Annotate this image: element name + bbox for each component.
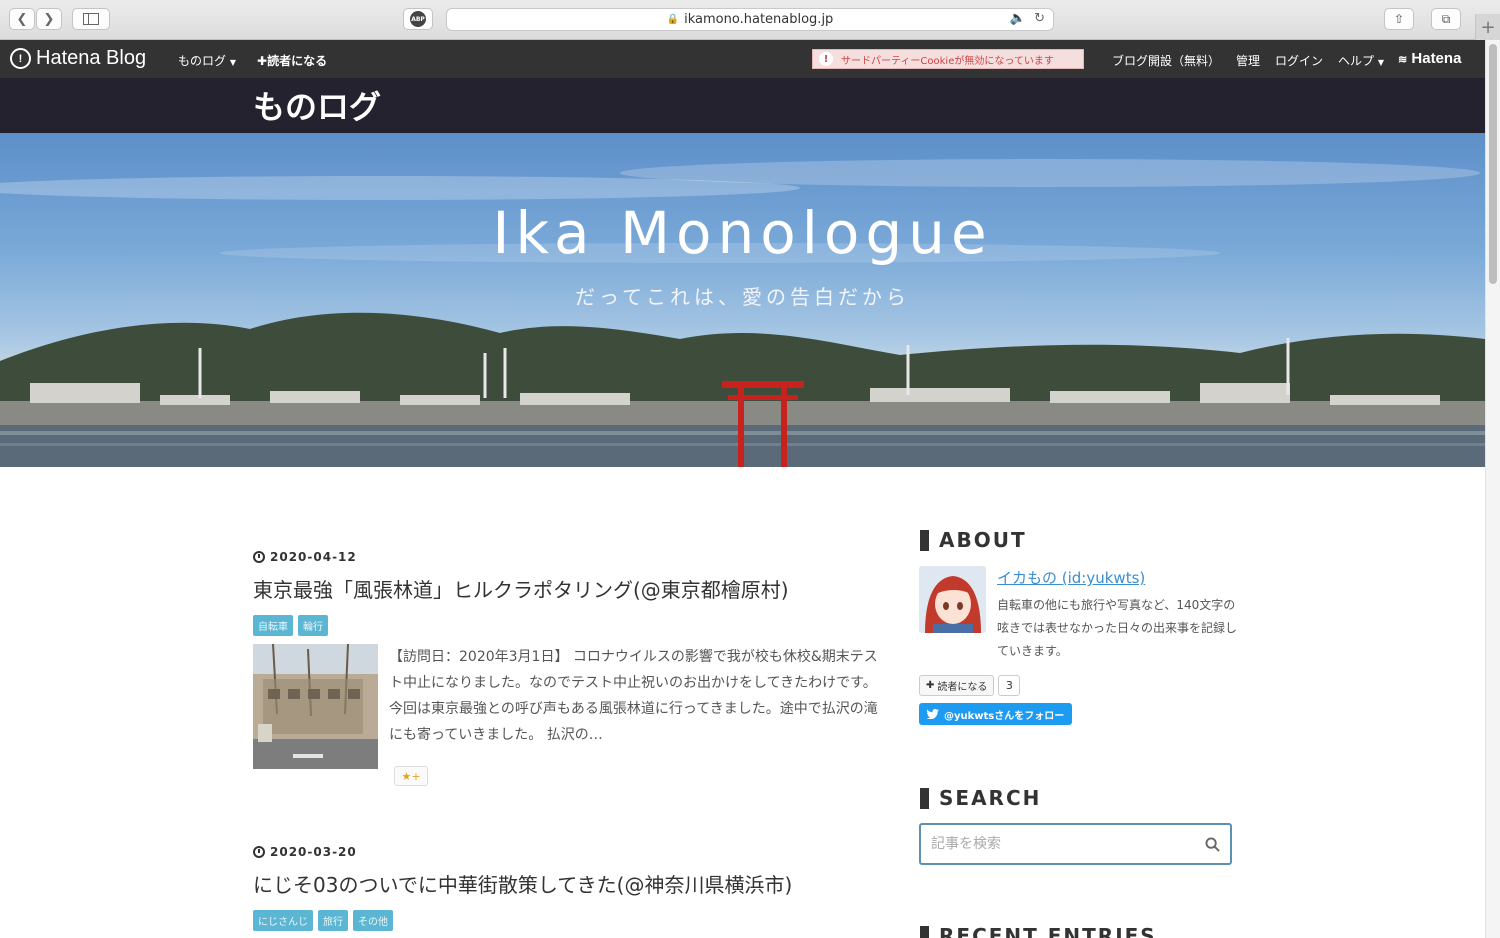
hatena-link[interactable]: ≋ Hatena [1398, 50, 1461, 67]
clock-icon [253, 846, 265, 858]
share-button[interactable]: ⇧ [1384, 8, 1414, 30]
article-tags: 自転車 輪行 [253, 615, 893, 636]
chevron-right-icon: ❯ [43, 11, 55, 27]
search-icon[interactable] [1205, 837, 1220, 852]
recent-entries-heading-text: RECENT ENTRIES [939, 924, 1157, 938]
author-name-link[interactable]: イカもの (id:yukwts) [997, 567, 1145, 588]
heading-bar [920, 529, 929, 551]
anime-avatar-illustration [919, 566, 986, 633]
about-heading: ABOUT [920, 528, 1027, 552]
tag-bicycle[interactable]: 自転車 [253, 615, 293, 636]
hatena-blog-logo[interactable]: ! Hatena Blog [10, 47, 146, 70]
tag-rinko[interactable]: 輪行 [298, 615, 328, 636]
hero-subtitle: だってこれは、愛の告白だから [575, 285, 910, 309]
tabs-icon: ⧉ [1441, 11, 1451, 26]
cookie-warning-text: サードパーティーCookieが無効になっています [841, 55, 1054, 67]
search-input[interactable] [921, 825, 1191, 863]
plus-icon: ✚ [926, 680, 935, 691]
article-tags: にじさんじ 旅行 その他 [253, 910, 893, 931]
cookie-warning[interactable]: ! サードパーティーCookieが無効になっています [812, 49, 1084, 69]
blog-menu-label: ものログ [178, 54, 227, 68]
article-title[interactable]: にじそ03のついでに中華街散策してきた(@神奈川県横浜市) [253, 869, 893, 898]
admin-link[interactable]: 管理 [1236, 52, 1260, 69]
twitter-follow-label: @yukwtsさんをフォロー [944, 710, 1065, 722]
article-date[interactable]: 2020-04-12 [253, 550, 893, 564]
back-button[interactable]: ❮ [9, 8, 35, 30]
url-text: ikamono.hatenablog.jp [684, 12, 834, 27]
help-menu[interactable]: ヘルプ ▼ [1338, 52, 1384, 69]
reload-icon[interactable]: ↻ [1034, 11, 1045, 26]
recent-entries-heading: RECENT ENTRIES [920, 924, 1157, 938]
adblock-button[interactable]: ABP [403, 8, 433, 30]
caret-down-icon: ▼ [1377, 58, 1384, 67]
date-text: 2020-03-20 [270, 845, 357, 859]
sidebar-icon [83, 13, 99, 25]
article-date[interactable]: 2020-03-20 [253, 845, 893, 859]
subscribe-label: 読者になる [267, 54, 328, 68]
hatena-logo-icon: ! [10, 48, 31, 69]
twitter-follow-button[interactable]: @yukwtsさんをフォロー [919, 703, 1073, 725]
plus-icon: + [1480, 16, 1496, 38]
blog-title[interactable]: ものログ [253, 82, 381, 128]
about-heading-text: ABOUT [939, 528, 1027, 552]
hatena-mark-icon: ≋ [1398, 54, 1408, 66]
warning-icon: ! [819, 52, 833, 66]
tabs-button[interactable]: ⧉ [1431, 8, 1461, 30]
subscribe-link[interactable]: ✚読者になる [257, 52, 327, 69]
article-thumbnail[interactable] [253, 644, 378, 769]
author-description: 自転車の他にも旅行や写真など、140文字の呟きでは表せなかった日々の出来事を記録… [997, 598, 1238, 658]
share-icon: ⇧ [1393, 12, 1405, 26]
hero-title: Ika Monologue [492, 199, 993, 267]
search-heading-text: SEARCH [939, 786, 1042, 810]
blog-title-band [0, 78, 1485, 133]
clock-icon [253, 551, 265, 563]
subscribe-widget: ✚ 読者になる 3 [919, 675, 1021, 696]
blog-menu[interactable]: ものログ ▼ [178, 52, 236, 69]
hero-banner: Ika Monologue だってこれは、愛の告白だから [0, 133, 1485, 467]
help-label: ヘルプ [1338, 54, 1375, 68]
lock-icon: 🔒 [666, 14, 680, 25]
tag-travel[interactable]: 旅行 [318, 910, 348, 931]
tag-nijisanji[interactable]: にじさんじ [253, 910, 313, 931]
tag-other[interactable]: その他 [353, 910, 393, 931]
twitter-bird-icon [927, 709, 939, 719]
logo-text: Hatena Blog [36, 47, 147, 69]
subscribe-label: 読者になる [937, 682, 988, 693]
sidebar-toggle-button[interactable] [72, 8, 110, 30]
article-entry: 2020-04-12 東京最強「風張林道」ヒルクラポタリング(@東京都檜原村) … [253, 550, 893, 790]
forward-button[interactable]: ❯ [36, 8, 62, 30]
street-photo [253, 644, 378, 769]
plus-icon: ✚ [257, 54, 268, 68]
search-box [919, 823, 1232, 865]
search-heading: SEARCH [920, 786, 1041, 810]
hatena-label: Hatena [1411, 50, 1462, 67]
start-blog-link[interactable]: ブログ開設（無料） [1112, 52, 1220, 69]
browser-toolbar: ❮ ❯ ABP 🔒 ikamono.hatenablog.jp 🔈 ↻ ⇧ ⧉ … [0, 0, 1500, 40]
article-title[interactable]: 東京最強「風張林道」ヒルクラポタリング(@東京都檜原村) [253, 574, 893, 603]
avatar[interactable] [919, 566, 986, 633]
article-body: 【訪問日：2020年3月1日】 コロナウイルスの影響で我が校も休校&期末テスト中… [253, 644, 893, 790]
subscriber-count: 3 [998, 675, 1021, 696]
chevron-left-icon: ❮ [16, 11, 28, 27]
heading-bar [920, 925, 929, 938]
subscribe-button[interactable]: ✚ 読者になる [919, 675, 995, 696]
login-link[interactable]: ログイン [1275, 52, 1323, 69]
hatena-global-bar: ! Hatena Blog ものログ ▼ ✚読者になる ! サードパーティーCo… [0, 40, 1485, 78]
heading-bar [920, 787, 929, 809]
adblock-icon: ABP [410, 11, 426, 27]
date-text: 2020-04-12 [270, 550, 357, 564]
caret-down-icon: ▼ [229, 58, 236, 67]
article-excerpt: 【訪問日：2020年3月1日】 コロナウイルスの影響で我が校も休校&期末テスト中… [389, 649, 878, 743]
speaker-icon[interactable]: 🔈 [1010, 11, 1026, 26]
new-tab-button[interactable]: + [1475, 14, 1500, 40]
address-bar[interactable]: 🔒 ikamono.hatenablog.jp 🔈 ↻ [446, 8, 1054, 31]
scrollbar-thumb[interactable] [1489, 44, 1497, 284]
article-entry: 2020-03-20 にじそ03のついでに中華街散策してきた(@神奈川県横浜市)… [253, 845, 893, 931]
add-star-button[interactable]: ★+ [394, 766, 428, 786]
